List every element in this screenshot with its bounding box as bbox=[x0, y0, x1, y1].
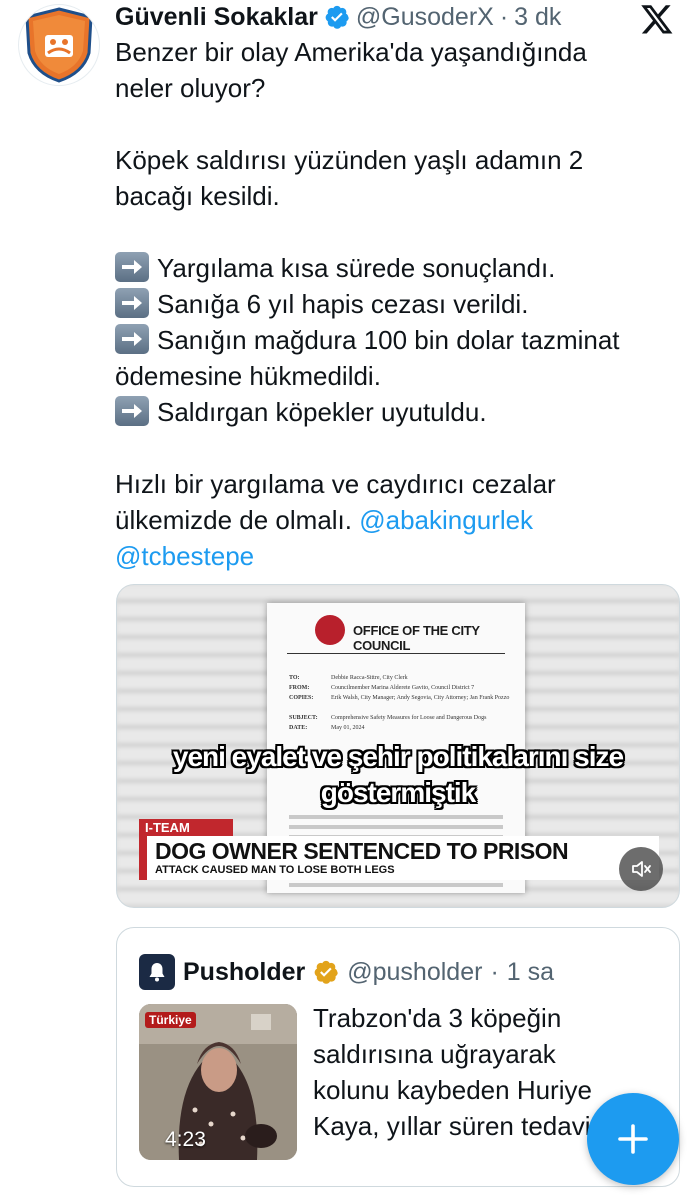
text-line: Benzer bir olay Amerika'da yaşandığında bbox=[115, 37, 587, 67]
verified-gold-badge-icon bbox=[314, 960, 339, 984]
news-subheadline: ATTACK CAUSED MAN TO LOSE BOTH LEGS bbox=[155, 864, 395, 876]
text-line: neler oluyor? bbox=[115, 73, 266, 103]
tweet-text: Benzer bir olay Amerika'da yaşandığında … bbox=[115, 34, 675, 574]
right-arrow-emoji-icon bbox=[115, 324, 149, 354]
right-arrow-emoji-icon bbox=[115, 252, 149, 282]
news-lower-third: DOG OWNER SENTENCED TO PRISON ATTACK CAU… bbox=[139, 836, 659, 880]
compose-button[interactable] bbox=[587, 1093, 679, 1185]
bell-icon bbox=[149, 963, 165, 982]
right-arrow-emoji-icon bbox=[115, 288, 149, 318]
right-arrow-emoji-icon bbox=[115, 396, 149, 426]
text-line: Hızlı bir yargılama ve caydırıcı cezalar bbox=[115, 469, 556, 499]
quoted-tweet-header: Pusholder @pusholder · 1 sa bbox=[139, 954, 554, 990]
news-headline: DOG OWNER SENTENCED TO PRISON bbox=[155, 838, 569, 864]
gusoder-logo bbox=[25, 7, 93, 83]
post-time[interactable]: 3 dk bbox=[514, 3, 561, 32]
text-line: Köpek saldırısı yüzünden yaşlı adamın 2 bbox=[115, 145, 584, 175]
text-line: @tcbestepe bbox=[115, 538, 675, 574]
text-segment: ülkemizde de olmalı. bbox=[115, 505, 352, 535]
doc-title: OFFICE OF THE CITY COUNCIL bbox=[353, 623, 480, 653]
tweet-header: Güvenli Sokaklar @GusoderX · 3 dk bbox=[115, 0, 616, 34]
plus-icon bbox=[618, 1124, 648, 1154]
quoted-video-thumbnail[interactable]: Türkiye 4:23 bbox=[139, 1004, 297, 1160]
quoted-author-avatar[interactable] bbox=[139, 954, 175, 990]
bullet-line: Sanığa 6 yıl hapis cezası verildi. bbox=[115, 286, 675, 322]
quoted-post-time[interactable]: 1 sa bbox=[507, 958, 554, 987]
video-player[interactable]: OFFICE OF THE CITY COUNCIL TO: Debbie Rac… bbox=[116, 584, 680, 908]
quoted-author-name[interactable]: Pusholder bbox=[183, 958, 305, 987]
memo-subject: SUBJECT: Comprehensive Safety Measures fo… bbox=[289, 715, 487, 721]
text-line: saldırısına uğrayarak bbox=[313, 1039, 556, 1069]
author-avatar[interactable] bbox=[18, 4, 100, 86]
bullet-line: Saldırgan köpekler uyutuldu. bbox=[115, 394, 675, 430]
quoted-author-handle[interactable]: @pusholder bbox=[347, 958, 482, 987]
author-name[interactable]: Güvenli Sokaklar bbox=[115, 3, 318, 32]
text-line: kolunu kaybeden Huriye bbox=[313, 1075, 592, 1105]
memo-copies: COPIES: Erik Walsh, City Manager; Andy Se… bbox=[289, 695, 510, 701]
author-handle[interactable]: @GusoderX bbox=[356, 3, 494, 32]
text-line: Trabzon'da 3 köpeğin bbox=[313, 1003, 562, 1033]
memo-from: FROM: Councilmember Marina Alderete Gavit… bbox=[289, 685, 475, 691]
mention-link[interactable]: @abakingurlek bbox=[359, 505, 533, 535]
speaker-muted-icon bbox=[632, 861, 651, 877]
text-line: bacağı kesildi. bbox=[115, 181, 280, 211]
bullet-line: Yargılama kısa sürede sonuçlandı. bbox=[115, 250, 675, 286]
verified-badge-icon bbox=[325, 5, 349, 29]
city-seal bbox=[315, 615, 345, 645]
memo-to: TO: Debbie Racca-Sittre, City Clerk bbox=[289, 675, 408, 681]
bullet-text: Sanığa 6 yıl hapis cezası verildi. bbox=[157, 289, 529, 319]
subtitle-line-2: göstermiştik bbox=[320, 777, 477, 808]
news-tag: I-TEAM bbox=[139, 819, 233, 837]
bullet-text: Yargılama kısa sürede sonuçlandı. bbox=[157, 253, 556, 283]
mention-link[interactable]: @tcbestepe bbox=[115, 541, 254, 571]
bullet-text: Sanığın mağdura 100 bin dolar tazminat bbox=[157, 325, 620, 355]
bullet-text: Saldırgan köpekler uyutuldu. bbox=[157, 397, 487, 427]
separator-dot: · bbox=[490, 957, 499, 986]
memo-date: DATE: May 01, 2024 bbox=[289, 725, 365, 731]
x-logo-icon[interactable] bbox=[640, 2, 674, 36]
text-line: ülkemizde de olmalı. @abakingurlek bbox=[115, 502, 675, 538]
mute-toggle-button[interactable] bbox=[619, 847, 663, 891]
separator-dot: · bbox=[499, 2, 509, 31]
brand-watermark: Türkiye bbox=[145, 1012, 196, 1028]
subtitle-line-1: yeni eyalet ve şehir politikalarını size bbox=[172, 741, 624, 772]
video-duration: 4:23 bbox=[165, 1128, 206, 1151]
bullet-line: Sanığın mağdura 100 bin dolar tazminat bbox=[115, 322, 675, 358]
text-line: ödemesine hükmedildi. bbox=[115, 361, 381, 391]
